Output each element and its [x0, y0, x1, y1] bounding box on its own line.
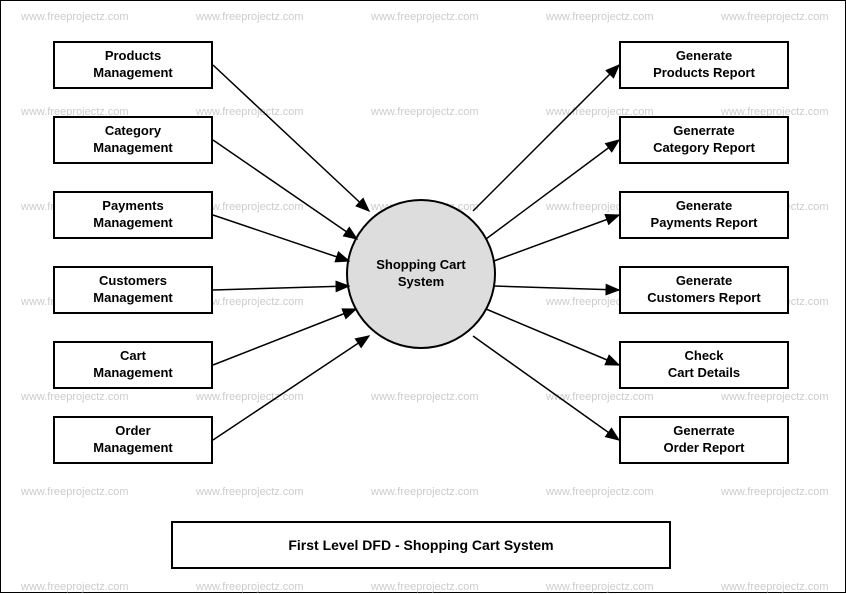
left-entity-line1: Order: [115, 423, 150, 440]
left-entity-line2: Management: [93, 440, 172, 457]
left-entity-3: CustomersManagement: [53, 266, 213, 314]
watermark: www.freeprojectz.com: [21, 11, 129, 23]
right-entity-0: GenerateProducts Report: [619, 41, 789, 89]
right-entity-3: GenerateCustomers Report: [619, 266, 789, 314]
watermark: www.freeprojectz.com: [196, 581, 304, 593]
left-entity-line2: Management: [93, 140, 172, 157]
left-entity-line2: Management: [93, 65, 172, 82]
left-entity-line1: Cart: [120, 348, 146, 365]
watermark: www.freeprojectz.com: [196, 391, 304, 403]
right-entity-line2: Order Report: [664, 440, 745, 457]
left-entity-4: CartManagement: [53, 341, 213, 389]
watermark: www.freeprojectz.com: [546, 391, 654, 403]
right-entity-line1: Check: [684, 348, 723, 365]
watermark: www.freeprojectz.com: [721, 391, 829, 403]
left-entity-line1: Products: [105, 48, 161, 65]
right-entity-line1: Generate: [676, 48, 732, 65]
watermark: www.freeprojectz.com: [196, 11, 304, 23]
watermark: www.freeprojectz.com: [721, 581, 829, 593]
right-entity-line1: Generrate: [673, 423, 734, 440]
left-entity-2: PaymentsManagement: [53, 191, 213, 239]
title-text: First Level DFD - Shopping Cart System: [288, 537, 553, 553]
right-entity-line1: Generrate: [673, 123, 734, 140]
watermark: www.freeprojectz.com: [21, 486, 129, 498]
watermark: www.freeprojectz.com: [546, 581, 654, 593]
watermark: www.freeprojectz.com: [21, 581, 129, 593]
right-entity-line1: Generate: [676, 273, 732, 290]
right-entity-line2: Customers Report: [647, 290, 760, 307]
right-entity-line2: Payments Report: [651, 215, 758, 232]
watermark: www.freeprojectz.com: [196, 486, 304, 498]
watermark: www.freeprojectz.com: [371, 486, 479, 498]
left-entity-line1: Payments: [102, 198, 163, 215]
left-entity-line2: Management: [93, 215, 172, 232]
watermark: www.freeprojectz.com: [721, 486, 829, 498]
right-entity-1: GenerrateCategory Report: [619, 116, 789, 164]
diagram-container: www.freeprojectz.com www.freeprojectz.com…: [0, 0, 846, 593]
left-entity-line1: Customers: [99, 273, 167, 290]
left-entity-5: OrderManagement: [53, 416, 213, 464]
central-line1: Shopping Cart: [376, 257, 466, 274]
left-entity-line2: Management: [93, 290, 172, 307]
right-entity-line2: Products Report: [653, 65, 755, 82]
right-entity-line1: Generate: [676, 198, 732, 215]
watermark: www.freeprojectz.com: [371, 581, 479, 593]
right-entity-line2: Cart Details: [668, 365, 740, 382]
right-entity-5: GenerrateOrder Report: [619, 416, 789, 464]
central-process: Shopping Cart System: [346, 199, 496, 349]
watermark: www.freeprojectz.com: [546, 11, 654, 23]
watermark: www.freeprojectz.com: [21, 391, 129, 403]
central-line2: System: [398, 274, 444, 291]
watermark: www.freeprojectz.com: [721, 11, 829, 23]
left-entity-line1: Category: [105, 123, 161, 140]
left-entity-0: ProductsManagement: [53, 41, 213, 89]
watermark: www.freeprojectz.com: [546, 486, 654, 498]
left-entity-line2: Management: [93, 365, 172, 382]
left-entity-1: CategoryManagement: [53, 116, 213, 164]
watermark: www.freeprojectz.com: [371, 391, 479, 403]
watermark: www.freeprojectz.com: [371, 11, 479, 23]
right-entity-line2: Category Report: [653, 140, 755, 157]
diagram-title: First Level DFD - Shopping Cart System: [171, 521, 671, 569]
right-entity-2: GeneratePayments Report: [619, 191, 789, 239]
watermark: www.freeprojectz.com: [371, 106, 479, 118]
right-entity-4: CheckCart Details: [619, 341, 789, 389]
